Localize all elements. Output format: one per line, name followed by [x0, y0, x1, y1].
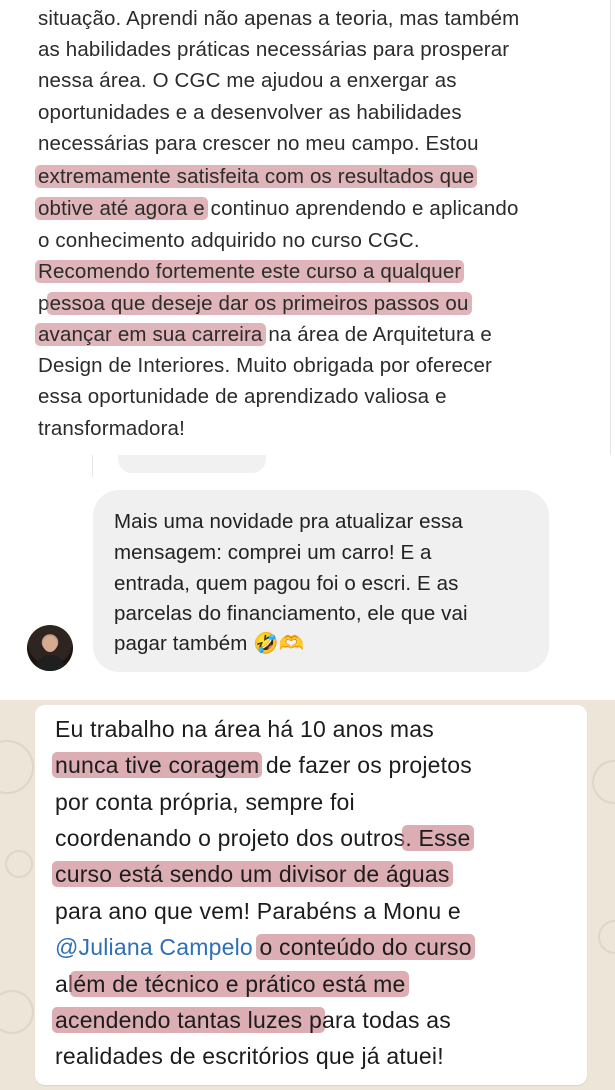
text-segment: na área de Arquitetura e: [262, 323, 492, 346]
card-border: [610, 0, 611, 455]
mention-link[interactable]: @Juliana Campelo: [55, 934, 253, 960]
highlighted-text: nunca tive coragem: [52, 752, 263, 778]
highlighted-text: ém de técnico e prático está me: [70, 971, 409, 997]
wallpaper-doodle: [598, 920, 615, 954]
highlighted-text: o conteúdo do curso: [256, 934, 475, 960]
review-line-3: nessa área. O CGC me ajudou a enxergar a…: [38, 66, 457, 96]
text-segment: Design de Interiores. Muito obrigada por…: [38, 354, 493, 377]
review-line-13: essa oportunidade de aprendizado valiosa…: [38, 382, 447, 412]
text-segment: Eu trabalho na área há 10 anos mas: [55, 716, 434, 742]
message-line: parcelas do financiamento, ele que vai: [114, 602, 468, 625]
wa-line-3: por conta própria, sempre foi: [55, 784, 355, 820]
wa-line-6: para ano que vem! Parabéns a Monu e: [55, 893, 461, 929]
wa-line-9: acendendo tantas luzes para todas as: [52, 1002, 451, 1038]
wa-line-2: nunca tive coragem de fazer os projetos: [52, 747, 472, 783]
review-line-6: extremamente satisfeita com os resultado…: [35, 162, 478, 192]
avatar-face: [43, 636, 57, 652]
testimonial-text-block: situação. Aprendi não apenas a teoria, m…: [0, 0, 615, 455]
review-line-1: situação. Aprendi não apenas a teoria, m…: [38, 4, 519, 34]
text-segment: as habilidades práticas necessárias para…: [38, 38, 510, 61]
highlighted-text: obtive até agora e: [35, 197, 208, 220]
wa-line-10: realidades de escritórios que já atuei!: [55, 1038, 444, 1074]
text-segment: ara todas as: [321, 1007, 451, 1033]
text-segment: realidades de escritórios que já atuei!: [55, 1043, 444, 1069]
review-line-14: transformadora!: [38, 414, 185, 444]
chat-message: Mais uma novidade pra atualizar essa men…: [0, 455, 615, 700]
text-segment: essa oportunidade de aprendizado valiosa…: [38, 385, 447, 408]
avatar-body: [36, 655, 64, 671]
text-segment: coordenando o projeto dos outros: [55, 825, 406, 851]
highlighted-text: essoa que deseje dar os primeiros passos…: [46, 292, 472, 315]
text-segment: necessárias para crescer no meu campo. E…: [38, 132, 479, 155]
text-segment: o conhecimento adquirido no curso CGC.: [38, 229, 420, 252]
wa-line-8: além de técnico e prático está me: [55, 966, 409, 1002]
highlighted-text: acendendo tantas luzes p: [52, 1007, 325, 1033]
highlighted-text: curso está sendo um divisor de águas: [52, 861, 453, 887]
previous-bubble-edge: [118, 455, 266, 473]
text-segment: por conta própria, sempre foi: [55, 789, 355, 815]
review-line-7: obtive até agora e continuo aprendendo e…: [35, 194, 519, 224]
wallpaper-doodle: [0, 990, 34, 1034]
review-line-8: o conhecimento adquirido no curso CGC.: [38, 226, 420, 256]
wa-line-1: Eu trabalho na área há 10 anos mas: [55, 711, 434, 747]
review-line-12: Design de Interiores. Muito obrigada por…: [38, 351, 492, 381]
wa-line-7: @Juliana Campelo o conteúdo do curso: [55, 929, 475, 965]
message-line: entrada, quem pagou foi o escri. E as: [114, 572, 459, 595]
review-line-11: avançar em sua carreira na área de Arqui…: [35, 320, 492, 350]
review-line-2: as habilidades práticas necessárias para…: [38, 35, 509, 65]
text-segment: de fazer os projetos: [259, 752, 472, 778]
wallpaper-doodle: [0, 740, 34, 794]
review-line-9: Recomendo fortemente este curso a qualqu…: [35, 257, 465, 287]
text-segment: transformadora!: [38, 417, 185, 440]
text-segment: oportunidades e a desenvolver as habilid…: [38, 101, 462, 124]
highlighted-text: . Esse: [402, 825, 474, 851]
review-line-4: oportunidades e a desenvolver as habilid…: [38, 98, 462, 128]
whatsapp-message: Eu trabalho na área há 10 anos mas nunca…: [0, 700, 615, 1090]
message-line: pagar também 🤣🫶: [114, 632, 305, 655]
wa-line-4: coordenando o projeto dos outros. Esse: [55, 820, 474, 856]
text-segment: nessa área. O CGC me ajudou a enxergar a…: [38, 69, 457, 92]
text-segment: continuo aprendendo e aplicando: [204, 197, 519, 220]
text-segment: situação. Aprendi não apenas a teoria, m…: [38, 7, 520, 30]
message-line: Mais uma novidade pra atualizar essa: [114, 510, 463, 533]
wallpaper-doodle: [592, 760, 615, 804]
text-segment: para ano que vem! Parabéns a Monu e: [55, 898, 461, 924]
highlighted-text: extremamente satisfeita com os resultado…: [35, 165, 478, 188]
review-line-5: necessárias para crescer no meu campo. E…: [38, 129, 479, 159]
wa-line-5: curso está sendo um divisor de águas: [52, 856, 453, 892]
review-line-10: pessoa que deseje dar os primeiros passo…: [38, 289, 472, 319]
wallpaper-doodle: [5, 850, 33, 878]
highlighted-text: avançar em sua carreira: [35, 323, 266, 346]
message-line: mensagem: comprei um carro! E a: [114, 541, 432, 564]
highlighted-text: Recomendo fortemente este curso a qualqu…: [35, 260, 465, 283]
avatar[interactable]: [27, 625, 73, 671]
